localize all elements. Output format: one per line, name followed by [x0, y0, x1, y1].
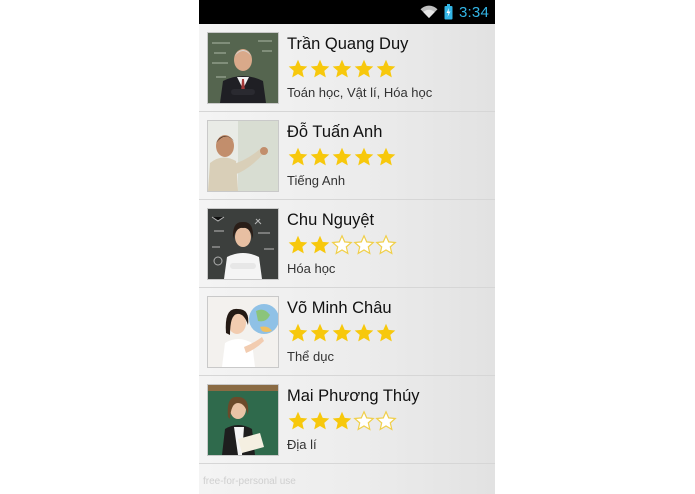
teacher-photo-woman-book: [208, 385, 278, 455]
teacher-photo-man-chalkboard: [208, 33, 278, 103]
star-filled-icon: [332, 59, 352, 78]
star-empty-icon: [353, 410, 375, 431]
wifi-icon: [420, 5, 438, 19]
phone-screen: 3:34 Trần Quang Duy Toán học, Vật lí, Hó…: [199, 0, 495, 494]
star-filled-icon: [310, 147, 330, 166]
teacher-photo-man-writing-board: [208, 121, 278, 191]
rating-stars: [287, 410, 397, 432]
teacher-row[interactable]: Trần Quang Duy Toán học, Vật lí, Hóa học: [199, 24, 495, 112]
star-filled-icon: [288, 147, 308, 166]
teacher-photo-woman-globe: [208, 297, 278, 367]
watermark-text: free-for-personal use: [203, 476, 296, 487]
teacher-photo: [208, 385, 278, 455]
star-filled-icon: [310, 411, 330, 430]
teacher-name: Chu Nguyệt: [287, 211, 375, 229]
star-filled-icon: [288, 59, 308, 78]
teacher-subjects: Thể dục: [287, 349, 334, 364]
star-filled-icon: [376, 323, 396, 342]
teacher-photo: [208, 33, 278, 103]
teacher-photo: [208, 209, 278, 279]
star-empty-icon: [331, 234, 353, 255]
star-empty-icon: [375, 234, 397, 255]
status-bar: 3:34: [199, 0, 495, 24]
teacher-row[interactable]: Mai Phương Thúy Địa lí: [199, 376, 495, 464]
star-filled-icon: [288, 323, 308, 342]
teacher-subjects: Tiếng Anh: [287, 173, 346, 188]
star-filled-icon: [354, 147, 374, 166]
teacher-row[interactable]: Đỗ Tuấn Anh Tiếng Anh: [199, 112, 495, 200]
teacher-photo: [208, 121, 278, 191]
teacher-row[interactable]: Võ Minh Châu Thể dục: [199, 288, 495, 376]
teacher-photo: [208, 297, 278, 367]
status-icons: 3:34: [420, 0, 489, 24]
teacher-name: Mai Phương Thúy: [287, 387, 420, 405]
teacher-row[interactable]: Chu Nguyệt Hóa học: [199, 200, 495, 288]
star-filled-icon: [376, 59, 396, 78]
star-filled-icon: [332, 411, 352, 430]
star-filled-icon: [310, 235, 330, 254]
star-empty-icon: [375, 410, 397, 431]
teacher-subjects: Toán học, Vật lí, Hóa học: [287, 85, 433, 100]
teacher-subjects: Hóa học: [287, 261, 336, 276]
star-filled-icon: [310, 59, 330, 78]
star-filled-icon: [354, 323, 374, 342]
rating-stars: [287, 58, 397, 80]
star-filled-icon: [332, 147, 352, 166]
star-empty-icon: [353, 234, 375, 255]
rating-stars: [287, 234, 397, 256]
rating-stars: [287, 146, 397, 168]
battery-icon: [444, 4, 453, 20]
teacher-name: Đỗ Tuấn Anh: [287, 123, 383, 141]
teacher-name: Trần Quang Duy: [287, 35, 409, 53]
star-filled-icon: [310, 323, 330, 342]
clock: 3:34: [459, 3, 489, 21]
teacher-list[interactable]: Trần Quang Duy Toán học, Vật lí, Hóa học…: [199, 24, 495, 464]
rating-stars: [287, 322, 397, 344]
teacher-photo-woman-chemistry-board: [208, 209, 278, 279]
teacher-name: Võ Minh Châu: [287, 299, 392, 317]
star-filled-icon: [288, 235, 308, 254]
star-filled-icon: [354, 59, 374, 78]
star-filled-icon: [376, 147, 396, 166]
teacher-subjects: Địa lí: [287, 437, 317, 452]
star-filled-icon: [332, 323, 352, 342]
star-filled-icon: [288, 411, 308, 430]
